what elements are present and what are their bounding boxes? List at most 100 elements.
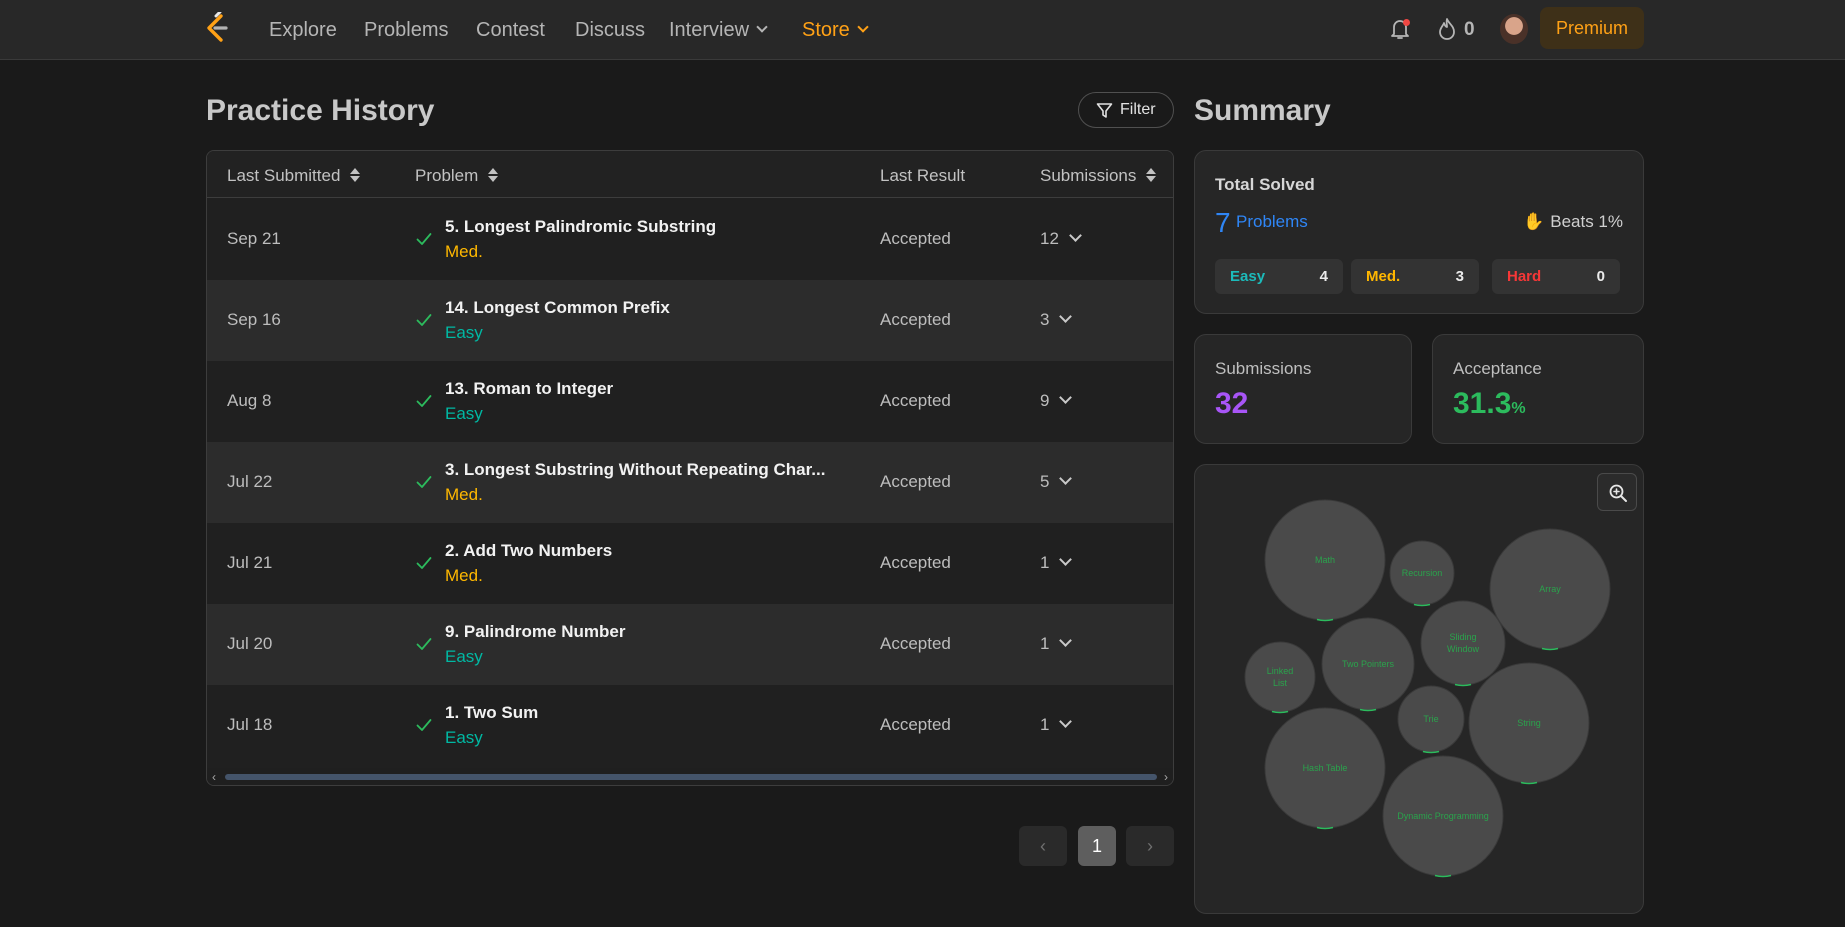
submissions-toggle[interactable]: 3 <box>1040 310 1073 330</box>
problem-title-link[interactable]: 13. Roman to Integer <box>445 379 613 399</box>
leetcode-logo-icon[interactable] <box>202 12 232 44</box>
topic-label: Two Pointers <box>1342 659 1395 669</box>
submissions-card: Submissions 32 <box>1194 334 1412 444</box>
submissions-toggle[interactable]: 1 <box>1040 553 1073 573</box>
table-row[interactable]: Aug 8 13. Roman to Integer Easy Accepted 9 <box>207 361 1173 442</box>
problem-title-link[interactable]: 1. Two Sum <box>445 703 538 723</box>
acceptance-unit: % <box>1511 400 1526 417</box>
problem-title-link[interactable]: 5. Longest Palindromic Substring <box>445 217 716 237</box>
last-result: Accepted <box>880 715 951 734</box>
last-submitted-date: Sep 21 <box>227 229 281 248</box>
column-last-submitted[interactable]: Last Submitted <box>227 166 361 186</box>
top-nav: Explore Problems Contest Discuss Intervi… <box>0 0 1845 60</box>
filter-label: Filter <box>1120 101 1156 118</box>
scroll-right-icon[interactable]: › <box>1164 770 1168 784</box>
table-row[interactable]: Sep 21 5. Longest Palindromic Substring Me… <box>207 199 1173 280</box>
check-icon <box>416 395 432 407</box>
nav-store[interactable]: Store <box>802 19 869 42</box>
topic-bubble[interactable]: Two Pointers <box>1321 617 1415 712</box>
problem-difficulty: Easy <box>445 728 483 747</box>
total-solved-label: Total Solved <box>1215 175 1315 194</box>
table-row[interactable]: Jul 21 2. Add Two Numbers Med. Accepted 1 <box>207 523 1173 604</box>
zoom-in-icon <box>1609 484 1627 502</box>
scroll-left-icon[interactable]: ‹ <box>212 770 216 784</box>
topic-label: Trie <box>1423 714 1438 724</box>
submissions-toggle[interactable]: 9 <box>1040 391 1073 411</box>
chevron-down-icon <box>1059 553 1073 566</box>
notification-dot <box>1403 19 1410 26</box>
check-icon <box>416 557 432 569</box>
check-icon <box>416 233 432 245</box>
submissions-toggle[interactable]: 1 <box>1040 634 1073 654</box>
acceptance-stat: 31.3% <box>1453 387 1526 421</box>
problem-difficulty: Easy <box>445 323 483 342</box>
check-icon <box>416 638 432 650</box>
sort-icon <box>1146 168 1157 182</box>
nav-contest[interactable]: Contest <box>476 19 545 42</box>
avatar[interactable] <box>1500 14 1528 44</box>
solved-unit: Problems <box>1236 212 1308 231</box>
current-page-button[interactable]: 1 <box>1078 826 1116 866</box>
submissions-toggle[interactable]: 1 <box>1040 715 1073 735</box>
nav-discuss[interactable]: Discuss <box>575 19 645 42</box>
topic-label: Recursion <box>1402 568 1443 578</box>
table-row[interactable]: Jul 18 1. Two Sum Easy Accepted 1 <box>207 685 1173 766</box>
nav-interview[interactable]: Interview <box>669 19 768 42</box>
scroll-thumb[interactable] <box>225 774 1157 780</box>
problem-title-link[interactable]: 9. Palindrome Number <box>445 622 625 642</box>
last-submitted-date: Sep 16 <box>227 310 281 329</box>
topic-bubble[interactable]: Recursion <box>1389 540 1455 607</box>
beats-label: Beats 1% <box>1550 212 1623 231</box>
table-header: Last Submitted Problem Last Result Submi… <box>207 151 1173 198</box>
prev-page-button[interactable]: ‹ <box>1019 826 1067 866</box>
problem-title-link[interactable]: 3. Longest Substring Without Repeating C… <box>445 460 825 480</box>
topic-bubble[interactable]: Sliding Window <box>1420 600 1506 687</box>
submissions-count: 9 <box>1040 391 1050 410</box>
problem-difficulty: Med. <box>445 485 483 504</box>
submissions-count: 1 <box>1040 634 1050 653</box>
last-submitted-date: Aug 8 <box>227 391 272 410</box>
nav-problems[interactable]: Problems <box>364 19 448 42</box>
pill-label-hard: Hard <box>1507 268 1542 285</box>
pill-label-medium: Med. <box>1366 268 1401 285</box>
chevron-down-icon <box>1059 634 1073 647</box>
column-submissions[interactable]: Submissions <box>1040 166 1157 186</box>
topic-bubble[interactable]: Math <box>1264 499 1386 622</box>
filter-button[interactable]: Filter <box>1078 92 1174 128</box>
next-page-button[interactable]: › <box>1126 826 1174 866</box>
topic-bubble[interactable]: Linked List <box>1244 641 1316 714</box>
table-row[interactable]: Sep 16 14. Longest Common Prefix Easy Accep… <box>207 280 1173 361</box>
acceptance-card: Acceptance 31.3% <box>1432 334 1644 444</box>
topic-bubble-circle <box>1420 600 1506 686</box>
beats-stat: ✋ Beats 1% <box>1523 212 1623 232</box>
premium-button[interactable]: Premium <box>1540 7 1644 49</box>
submissions-toggle[interactable]: 5 <box>1040 472 1073 492</box>
column-problem[interactable]: Problem <box>415 166 499 186</box>
topic-bubble[interactable]: String <box>1468 662 1590 785</box>
last-result: Accepted <box>880 472 951 491</box>
topic-label: String <box>1517 718 1541 728</box>
submissions-toggle[interactable]: 12 <box>1040 229 1082 249</box>
topic-bubble[interactable]: Array <box>1489 528 1611 651</box>
table-row[interactable]: Jul 20 9. Palindrome Number Easy Accepted 1 <box>207 604 1173 685</box>
horizontal-scrollbar[interactable]: ‹ › <box>207 768 1173 785</box>
topic-bubble[interactable]: Hash Table <box>1264 707 1386 830</box>
topic-bubble[interactable]: Trie <box>1397 685 1465 754</box>
topic-label: Hash Table <box>1303 763 1348 773</box>
submissions-label: Submissions <box>1215 359 1312 378</box>
hand-wave-icon: ✋ <box>1523 212 1545 231</box>
chevron-down-icon <box>756 21 768 33</box>
problem-title-link[interactable]: 2. Add Two Numbers <box>445 541 612 561</box>
nav-explore[interactable]: Explore <box>269 19 337 42</box>
problem-title-link[interactable]: 14. Longest Common Prefix <box>445 298 670 318</box>
check-icon <box>416 314 432 326</box>
nav-store-label: Store <box>802 19 850 41</box>
table-row[interactable]: Jul 22 3. Longest Substring Without Repea… <box>207 442 1173 523</box>
problem-difficulty: Easy <box>445 404 483 423</box>
zoom-button[interactable] <box>1597 473 1637 511</box>
sort-icon <box>350 168 361 182</box>
medium-count-pill: Med. 3 <box>1351 259 1479 294</box>
flame-icon[interactable] <box>1436 17 1458 41</box>
topic-bubble[interactable]: Dynamic Programming <box>1382 755 1504 878</box>
last-submitted-date: Jul 18 <box>227 715 273 734</box>
